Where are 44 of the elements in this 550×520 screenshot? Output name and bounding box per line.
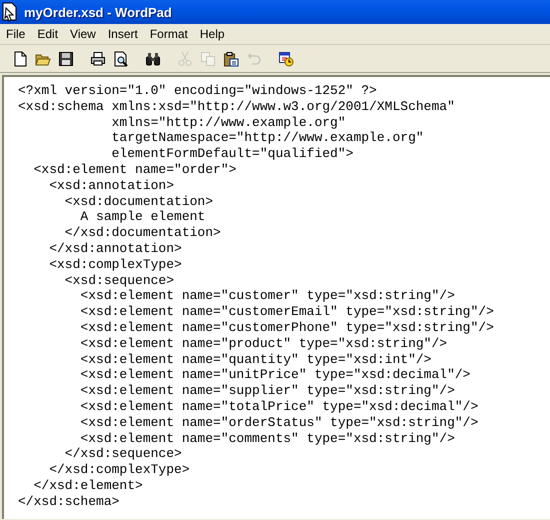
calendar-clock-icon (278, 50, 294, 66)
code-line: <xsd:schema xmlns:xsd="http://www.w3.org/2001/XMLSchema" (18, 98, 456, 115)
code-line: </xsd:sequence> (64, 446, 183, 462)
code-line: <xsd:complexType> (48, 256, 183, 273)
copy-pages-icon (200, 50, 216, 66)
code-line: xmlns="http://www.example.org" (110, 114, 347, 130)
code-line: A sample element (79, 209, 206, 226)
code-line: <xsd:element name="customerPhone" type="xsd:string"/> (79, 320, 495, 336)
menu-item[interactable]: View (64, 25, 102, 43)
code-line: <xsd:sequence> (64, 272, 176, 288)
code-line: <xsd:documentation> (64, 194, 214, 210)
code-line: </xsd:annotation> (48, 240, 183, 257)
menu-item[interactable]: Insert (102, 25, 144, 43)
code-line: </xsd:schema> (18, 494, 120, 510)
code-line: <xsd:element name="comments" type="xsd:string"/> (79, 430, 456, 446)
code-line: <xsd:element name="unitPrice" type="xsd:decimal"/> (79, 367, 472, 384)
undo-arrow-icon (246, 50, 262, 66)
clipboard-icon (222, 50, 238, 66)
window-title: myOrder.xsd - WordPad (24, 4, 172, 20)
code-line: <xsd:element name="customer" type="xsd:string"/> (79, 288, 456, 304)
menu-item[interactable]: Edit (31, 25, 64, 43)
code-line: <xsd:element name="supplier" type="xsd:string"/> (79, 383, 456, 399)
code-line: <xsd:element name="totalPrice" type="xsd:decimal"/> (79, 398, 480, 415)
document-cursor-icon[interactable] (2, 2, 18, 22)
magnifier-page-icon (112, 50, 128, 66)
code-line: <xsd:element name="quantity" type="xsd:int"/> (79, 352, 432, 368)
menu-item[interactable]: File (0, 25, 32, 43)
code-line: <xsd:element name="product" type="xsd:string"/> (79, 336, 448, 352)
code-line: </xsd:element> (32, 478, 144, 494)
code-line: <xsd:annotation> (48, 178, 176, 194)
code-line: </xsd:documentation> (64, 225, 222, 241)
code-line: <xsd:element name="orderStatus" type="xsd:string"/> (79, 414, 480, 431)
code-line: </xsd:complexType> (48, 462, 191, 478)
code-line: <xsd:element name="customerEmail" type="xsd:string"/> (79, 304, 495, 320)
code-line: elementFormDefault="qualified"> (110, 146, 354, 162)
menu-item[interactable]: Format (144, 25, 194, 43)
printer-icon (90, 50, 106, 66)
binoculars-icon (144, 50, 160, 66)
scissors-icon (176, 50, 192, 66)
code-line: <?xml version="1.0" encoding="windows-1252" ?> (18, 83, 378, 99)
code-line: <xsd:element name="order"> (32, 162, 238, 178)
new-document-icon (12, 50, 28, 66)
menu-item[interactable]: Help (194, 25, 231, 43)
code-line: targetNamespace="http://www.example.org" (110, 130, 425, 146)
